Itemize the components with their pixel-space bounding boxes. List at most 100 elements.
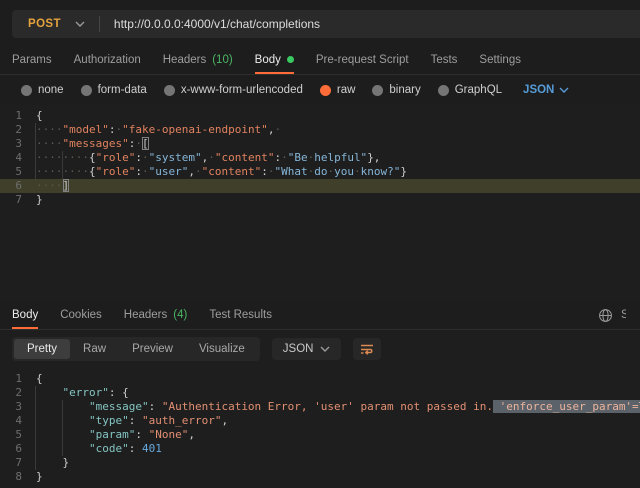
code-line-5[interactable]: 5 "param": "None", xyxy=(0,428,640,442)
view-visualize-button[interactable]: Visualize xyxy=(186,339,258,359)
response-body-editor[interactable]: 1{2 "error": {3 "message": "Authenticati… xyxy=(0,368,640,488)
request-body-editor[interactable]: 1{2····"model":·"fake-openai-endpoint",·… xyxy=(0,105,640,301)
tab-label: Headers xyxy=(163,54,206,66)
tab-label: Body xyxy=(12,309,38,321)
tab-label: Cookies xyxy=(60,309,102,321)
line-content: "code": 401 xyxy=(36,442,162,456)
line-content: ········{"role":·"system",·"content":·"B… xyxy=(36,151,380,165)
tab-label: Body xyxy=(255,54,281,66)
response-tabs: BodyCookiesHeaders(4)Test ResultsS xyxy=(0,301,640,330)
line-content: "type": "auth_error", xyxy=(36,414,228,428)
code-line-8[interactable]: 8} xyxy=(0,470,640,484)
line-content: "error": { xyxy=(36,386,129,400)
tab-count-badge: (4) xyxy=(173,309,187,321)
view-raw-button[interactable]: Raw xyxy=(70,339,119,359)
line-content: { xyxy=(36,109,43,123)
code-line-3[interactable]: 3 "message": "Authentication Error, 'use… xyxy=(0,400,640,414)
line-number: 1 xyxy=(0,109,36,123)
response-language-dropdown[interactable]: JSON xyxy=(272,338,342,360)
response-tab-test-results[interactable]: Test Results xyxy=(209,301,272,329)
request-tab-params[interactable]: Params xyxy=(12,46,52,74)
mode-label: none xyxy=(38,84,64,96)
mode-label: GraphQL xyxy=(455,84,502,96)
line-content: "param": "None", xyxy=(36,428,195,442)
view-pretty-button[interactable]: Pretty xyxy=(14,339,70,359)
code-line-3[interactable]: 3····"messages":·[ xyxy=(0,137,640,151)
tab-label: Authorization xyxy=(74,54,141,66)
mode-label: x-www-form-urlencoded xyxy=(181,84,303,96)
view-preview-button[interactable]: Preview xyxy=(119,339,186,359)
method-selector[interactable]: POST xyxy=(12,18,73,30)
request-tab-authorization[interactable]: Authorization xyxy=(74,46,141,74)
line-number: 7 xyxy=(0,193,36,207)
request-language-dropdown[interactable]: JSON xyxy=(523,84,569,96)
tab-label: Pre-request Script xyxy=(316,54,409,66)
code-line-4[interactable]: 4 "type": "auth_error", xyxy=(0,414,640,428)
request-language-label: JSON xyxy=(523,84,554,96)
wrap-text-icon xyxy=(359,342,375,356)
line-content: } xyxy=(36,456,69,470)
line-content: "message": "Authentication Error, 'user'… xyxy=(36,400,640,414)
radio-icon xyxy=(320,85,331,96)
radio-icon xyxy=(372,85,383,96)
selected-text: 'enforce_user_param'=True" xyxy=(493,400,640,413)
code-line-1[interactable]: 1{ xyxy=(0,372,640,386)
response-tab-headers[interactable]: Headers (4) xyxy=(124,301,188,329)
method-chevron-icon[interactable] xyxy=(73,21,99,27)
line-content: { xyxy=(36,372,43,386)
code-line-7[interactable]: 7 } xyxy=(0,456,640,470)
request-tab-settings[interactable]: Settings xyxy=(479,46,521,74)
body-mode-row: none form-data x-www-form-urlencoded raw bin… xyxy=(0,75,640,105)
unsaved-dot-icon xyxy=(287,56,294,63)
code-line-5[interactable]: 5········{"role":·"user",·"content":·"Wh… xyxy=(0,165,640,179)
radio-icon xyxy=(164,85,175,96)
line-number: 4 xyxy=(0,414,36,428)
line-number: 5 xyxy=(0,428,36,442)
code-line-2[interactable]: 2····"model":·"fake-openai-endpoint",· xyxy=(0,123,640,137)
body-mode-none[interactable]: none xyxy=(21,84,64,96)
code-line-2[interactable]: 2 "error": { xyxy=(0,386,640,400)
chevron-down-icon xyxy=(320,346,330,352)
wrap-text-button[interactable] xyxy=(353,338,381,360)
response-tab-cookies[interactable]: Cookies xyxy=(60,301,102,329)
request-url-row: POST http://0.0.0.0:4000/v1/chat/complet… xyxy=(0,0,640,46)
globe-icon[interactable] xyxy=(598,308,613,323)
line-content: } xyxy=(36,193,43,207)
request-tab-headers[interactable]: Headers(10) xyxy=(163,46,233,74)
request-tab-body[interactable]: Body xyxy=(255,46,294,74)
radio-icon xyxy=(21,85,32,96)
response-language-label: JSON xyxy=(283,343,314,355)
body-mode-graphql[interactable]: GraphQL xyxy=(438,84,502,96)
line-number: 1 xyxy=(0,372,36,386)
request-tabs: Params Authorization Headers(10) Body Pre-re… xyxy=(0,46,640,75)
radio-icon xyxy=(438,85,449,96)
code-line-6[interactable]: 6····] xyxy=(0,179,640,193)
tab-label: Settings xyxy=(479,54,521,66)
body-mode-form-data[interactable]: form-data xyxy=(81,84,147,96)
body-mode-binary[interactable]: binary xyxy=(372,84,420,96)
mode-label: form-data xyxy=(98,84,147,96)
body-mode-x-www-form-urlencoded[interactable]: x-www-form-urlencoded xyxy=(164,84,303,96)
code-line-4[interactable]: 4········{"role":·"system",·"content":·"… xyxy=(0,151,640,165)
line-number: 3 xyxy=(0,400,36,414)
request-tab-pre-request-script[interactable]: Pre-request Script xyxy=(316,46,409,74)
url-input[interactable]: http://0.0.0.0:4000/v1/chat/completions xyxy=(100,17,320,31)
mode-label: binary xyxy=(389,84,420,96)
line-number: 8 xyxy=(0,470,36,484)
url-bar: POST http://0.0.0.0:4000/v1/chat/complet… xyxy=(12,10,640,38)
chevron-down-icon xyxy=(559,87,569,93)
response-tab-body[interactable]: Body xyxy=(12,301,38,329)
mode-label: raw xyxy=(337,84,356,96)
code-line-1[interactable]: 1{ xyxy=(0,109,640,123)
line-number: 7 xyxy=(0,456,36,470)
line-number: 5 xyxy=(0,165,36,179)
radio-icon xyxy=(81,85,92,96)
request-tab-tests[interactable]: Tests xyxy=(431,46,458,74)
code-line-6[interactable]: 6 "code": 401 xyxy=(0,442,640,456)
body-mode-raw[interactable]: raw xyxy=(320,84,356,96)
tab-label: Headers xyxy=(124,309,167,321)
response-view-switcher: PrettyRawPreviewVisualize xyxy=(12,337,260,361)
tab-label: Params xyxy=(12,54,52,66)
line-number: 3 xyxy=(0,137,36,151)
code-line-7[interactable]: 7} xyxy=(0,193,640,207)
